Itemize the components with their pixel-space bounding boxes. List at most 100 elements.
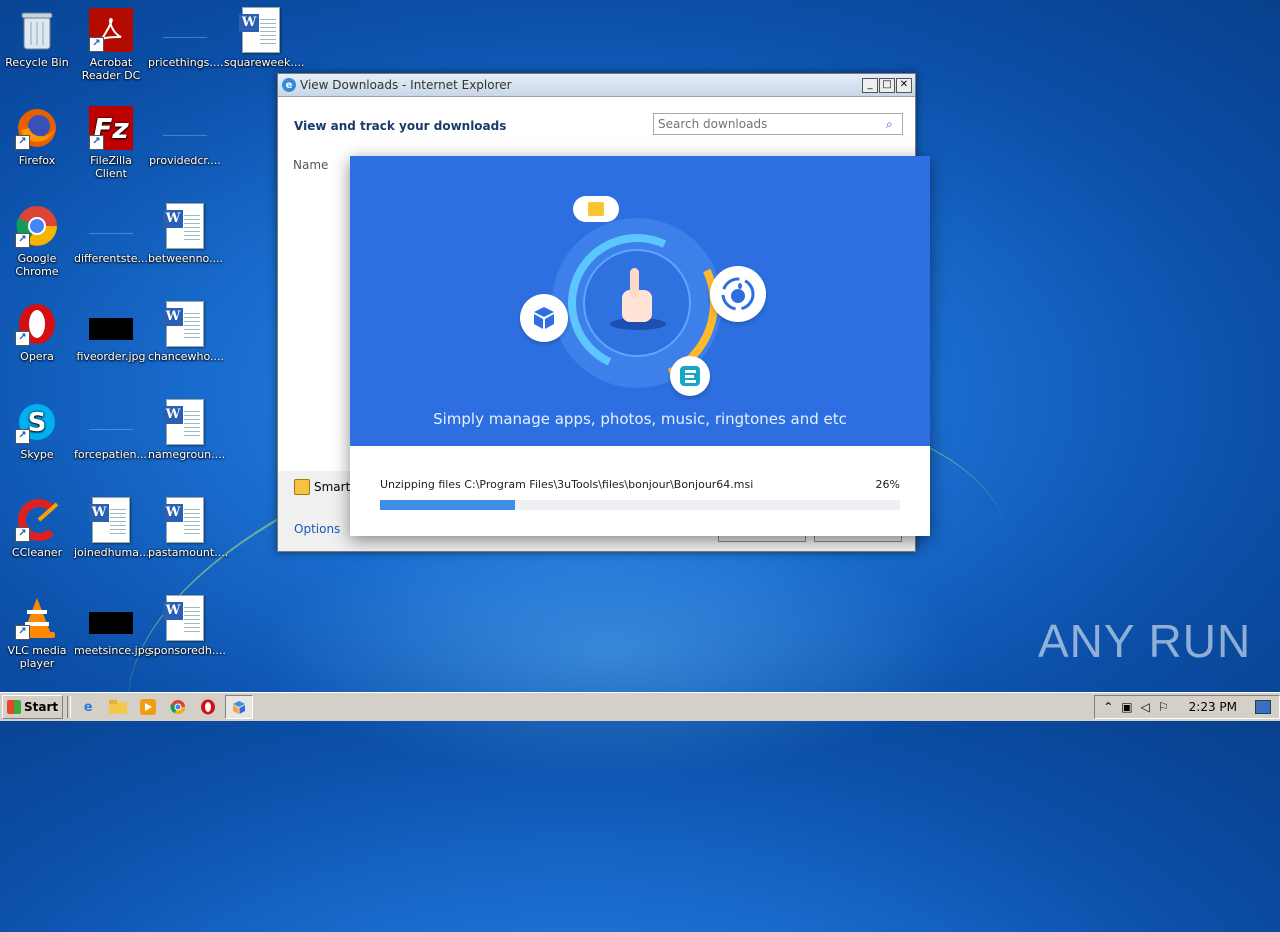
box-icon bbox=[520, 294, 568, 342]
desktop-icon-firefox[interactable]: ↗ Firefox bbox=[0, 106, 74, 167]
ccleaner-icon: ↗ bbox=[15, 498, 59, 542]
desktop-icon-label: meetsince.jpg bbox=[74, 644, 152, 657]
action-center-flag-icon[interactable]: ⚐ bbox=[1158, 700, 1169, 714]
acrobat-icon: ↗ bbox=[89, 8, 133, 52]
install-percent: 26% bbox=[875, 478, 900, 491]
file-explorer-taskbar-icon[interactable] bbox=[105, 696, 131, 718]
options-link[interactable]: Options bbox=[294, 522, 340, 536]
taskbar-clock[interactable]: 2:23 PM bbox=[1189, 700, 1237, 714]
taskbar-separator bbox=[67, 696, 72, 718]
installer-hero: Simply manage apps, photos, music, ringt… bbox=[350, 156, 930, 446]
word-document-icon: W bbox=[89, 497, 133, 543]
window-titlebar[interactable]: e View Downloads - Internet Explorer _ □… bbox=[278, 74, 915, 97]
desktop-icon-label: Opera bbox=[20, 350, 54, 363]
blank-file-icon bbox=[89, 204, 133, 248]
desktop-icon-pastamount[interactable]: W pastamount.... bbox=[148, 497, 229, 559]
desktop-icon-ccleaner[interactable]: ↗ CCleaner bbox=[0, 498, 74, 559]
internet-explorer-taskbar-icon[interactable]: e bbox=[75, 696, 101, 718]
cloud-folder-icon bbox=[573, 196, 619, 222]
window-title: View Downloads - Internet Explorer bbox=[300, 78, 512, 92]
desktop-icon-recycle-bin[interactable]: Recycle Bin bbox=[0, 8, 74, 69]
desktop-icon-filezilla[interactable]: Fz ↗ FileZilla Client bbox=[74, 106, 148, 180]
desktop-icon-label: pastamount.... bbox=[148, 546, 229, 559]
internet-explorer-icon: e bbox=[282, 78, 296, 92]
touch-hand-icon bbox=[610, 268, 666, 330]
opera-taskbar-icon[interactable] bbox=[195, 696, 221, 718]
anyrun-watermark: ANY RUN bbox=[1038, 615, 1252, 667]
desktop-icon-providedcr[interactable]: providedcr.... bbox=[148, 106, 222, 167]
desktop-icon-opera[interactable]: ↗ Opera bbox=[0, 302, 74, 363]
window-controls: _ □ ✕ bbox=[862, 77, 912, 93]
desktop-icon-acrobat[interactable]: ↗ Acrobat Reader DC bbox=[74, 8, 148, 82]
shortcut-arrow-icon: ↗ bbox=[15, 527, 30, 542]
desktop-icon-label: betweenno.... bbox=[148, 252, 224, 265]
show-desktop-icon[interactable] bbox=[1255, 700, 1271, 714]
start-button[interactable]: Start bbox=[2, 695, 64, 719]
tray-expand-icon[interactable]: ⌃ bbox=[1103, 700, 1113, 714]
smartscreen-row: SmartS bbox=[294, 479, 358, 495]
image-file-icon bbox=[89, 302, 133, 346]
desktop-icon-label: CCleaner bbox=[11, 546, 63, 559]
desktop-icon-meetsince[interactable]: meetsince.jpg bbox=[74, 596, 152, 657]
desktop-icon-label: FileZilla Client bbox=[90, 154, 132, 180]
desktop-icon-fiveorder[interactable]: fiveorder.jpg bbox=[74, 302, 148, 363]
search-downloads-input[interactable] bbox=[654, 117, 886, 131]
desktop-icon-label: fiveorder.jpg bbox=[76, 350, 146, 363]
install-progress-fill bbox=[380, 500, 516, 510]
filezilla-icon: Fz ↗ bbox=[89, 106, 133, 150]
desktop-icon-chrome[interactable]: ↗ Google Chrome bbox=[0, 204, 74, 278]
blank-file-icon bbox=[163, 106, 207, 150]
desktop-icon-label: squareweek.... bbox=[224, 56, 305, 69]
desktop-icon-label: chancewho.... bbox=[148, 350, 225, 363]
search-box[interactable]: ⌕ bbox=[653, 113, 903, 135]
taskbar: Start e ⌃ ▣ ◁ ⚐ 2:23 PM bbox=[0, 692, 1280, 721]
desktop-icon-squareweek[interactable]: W squareweek.... bbox=[224, 7, 305, 69]
desktop-icon-vlc[interactable]: ↗ VLC media player bbox=[0, 596, 74, 670]
column-header-name[interactable]: Name bbox=[293, 158, 328, 172]
installer-caption: Simply manage apps, photos, music, ringt… bbox=[433, 410, 847, 428]
maximize-button[interactable]: □ bbox=[879, 77, 895, 93]
desktop-icon-differentste[interactable]: differentste.... bbox=[74, 204, 152, 265]
media-player-taskbar-icon[interactable] bbox=[135, 696, 161, 718]
desktop-icon-pricethings[interactable]: pricethings.... bbox=[148, 8, 223, 69]
desktop-icon-label: namegroun.... bbox=[148, 448, 226, 461]
word-document-icon: W bbox=[163, 497, 207, 543]
blank-file-icon bbox=[89, 400, 133, 444]
recycle-bin-icon bbox=[15, 8, 59, 52]
downloads-header: View and track your downloads ⌕ bbox=[278, 97, 915, 153]
shortcut-arrow-icon: ↗ bbox=[15, 429, 30, 444]
shortcut-arrow-icon: ↗ bbox=[15, 135, 30, 150]
search-icon[interactable]: ⌕ bbox=[886, 117, 902, 132]
windows-flag-icon bbox=[7, 700, 21, 714]
image-file-icon bbox=[89, 596, 133, 640]
word-document-icon: W bbox=[163, 399, 207, 445]
apple-sync-icon bbox=[710, 266, 766, 322]
vlc-icon: ↗ bbox=[15, 596, 59, 640]
desktop-icon-label: VLC media player bbox=[7, 644, 67, 670]
desktop-icon-joinedhuma[interactable]: W joinedhuma.... bbox=[74, 497, 153, 559]
desktop-icon-namegroun[interactable]: W namegroun.... bbox=[148, 399, 226, 461]
close-button[interactable]: ✕ bbox=[896, 77, 912, 93]
install-status-text: Unzipping files C:\Program Files\3uTools… bbox=[380, 478, 754, 491]
3utools-taskbar-icon[interactable] bbox=[225, 695, 254, 719]
word-document-icon: W bbox=[239, 7, 283, 53]
desktop-icon-label: forcepatien.... bbox=[74, 448, 151, 461]
chrome-icon: ↗ bbox=[15, 204, 59, 248]
skype-icon: S ↗ bbox=[15, 400, 59, 444]
desktop-icon-betweenno[interactable]: W betweenno.... bbox=[148, 203, 224, 265]
easy-icon bbox=[670, 356, 710, 396]
shortcut-arrow-icon: ↗ bbox=[89, 37, 104, 52]
desktop-icon-sponsoredh[interactable]: W sponsoredh.... bbox=[148, 595, 226, 657]
desktop-icon-chancewho[interactable]: W chancewho.... bbox=[148, 301, 225, 363]
desktop-icon-forcepatien[interactable]: forcepatien.... bbox=[74, 400, 151, 461]
blank-file-icon bbox=[163, 8, 207, 52]
install-progress-bar bbox=[380, 500, 900, 510]
volume-icon[interactable]: ◁ bbox=[1141, 700, 1150, 714]
minimize-button[interactable]: _ bbox=[862, 77, 878, 93]
desktop-icon-label: sponsoredh.... bbox=[148, 644, 226, 657]
word-document-icon: W bbox=[163, 301, 207, 347]
desktop-icon-skype[interactable]: S ↗ Skype bbox=[0, 400, 74, 461]
chrome-taskbar-icon[interactable] bbox=[165, 696, 191, 718]
network-icon[interactable]: ▣ bbox=[1121, 700, 1132, 714]
opera-icon: ↗ bbox=[15, 302, 59, 346]
